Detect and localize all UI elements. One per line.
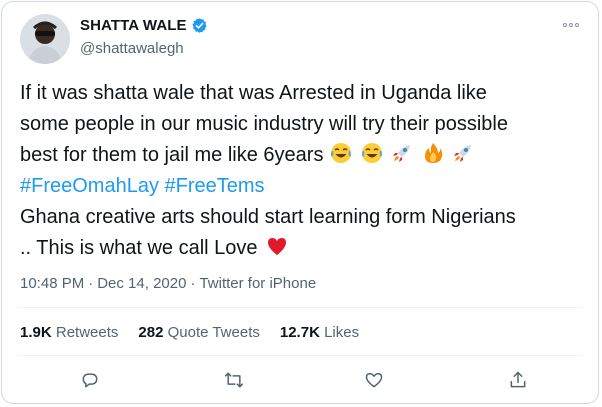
rocket-emoji xyxy=(454,145,472,162)
hashtags-line: #FreeOmahLay #FreeTems xyxy=(20,171,590,202)
tweet-date[interactable]: Dec 14, 2020 xyxy=(97,275,186,292)
hashtag-link[interactable]: #FreeOmahLay xyxy=(20,175,159,197)
likes-label: Likes xyxy=(324,324,360,341)
tweet-text: If it was shatta wale that was Arrested … xyxy=(20,78,590,264)
fire-emoji xyxy=(424,143,442,163)
likes-count: 12.7K xyxy=(279,324,320,341)
more-icon[interactable] xyxy=(560,18,582,32)
quote-tweets-count: 282 xyxy=(138,324,164,341)
tweet-line-6-text: .. This is what we call Love xyxy=(20,237,258,259)
share-icon[interactable] xyxy=(504,366,532,394)
meta-separator: · xyxy=(190,275,196,292)
divider xyxy=(18,307,582,308)
retweets-label: Retweets xyxy=(55,324,119,341)
tweet-stats: 1.9K Retweets 282 Quote Tweets 12.7K Lik… xyxy=(20,324,359,341)
tweet-line-3: best for them to jail me like 6years xyxy=(20,140,590,171)
tweet-time[interactable]: 10:48 PM xyxy=(20,275,84,292)
divider xyxy=(18,355,582,356)
tweet-card: SHATTA WALE @shattawalegh If it was shat… xyxy=(1,1,599,404)
tweet-line-2: some people in our music industry will t… xyxy=(20,113,508,135)
like-icon[interactable] xyxy=(360,366,388,394)
tweet-source[interactable]: Twitter for iPhone xyxy=(199,275,316,292)
display-name[interactable]: SHATTA WALE xyxy=(80,17,187,34)
tweet-line-5: Ghana creative arts should start learnin… xyxy=(20,206,516,228)
tweet-actions xyxy=(2,366,600,396)
tweet-meta: 10:48 PM · Dec 14, 2020 · Twitter for iP… xyxy=(20,275,316,292)
meta-separator: · xyxy=(88,275,94,292)
tweet-line-1: If it was shatta wale that was Arrested … xyxy=(20,82,487,104)
red-heart-emoji xyxy=(268,238,287,255)
retweets-stat[interactable]: 1.9K Retweets xyxy=(20,324,118,341)
verified-badge-icon xyxy=(191,17,208,34)
retweet-icon[interactable] xyxy=(220,366,248,394)
retweets-count: 1.9K xyxy=(20,324,52,341)
likes-stat[interactable]: 12.7K Likes xyxy=(280,324,359,341)
hashtag-link[interactable]: #FreeTems xyxy=(165,175,265,197)
rocket-emoji xyxy=(393,145,411,162)
handle[interactable]: @shattawalegh xyxy=(80,40,184,57)
reply-icon[interactable] xyxy=(76,366,104,394)
avatar[interactable] xyxy=(20,14,70,64)
tears-of-joy-emoji xyxy=(361,143,382,163)
tears-of-joy-emoji xyxy=(331,143,352,163)
quote-tweets-label: Quote Tweets xyxy=(167,324,260,341)
quote-tweets-stat[interactable]: 282 Quote Tweets xyxy=(138,324,259,341)
tweet-line-3-text: best for them to jail me like 6years xyxy=(20,144,324,166)
tweet-line-6: .. This is what we call Love xyxy=(20,233,590,264)
